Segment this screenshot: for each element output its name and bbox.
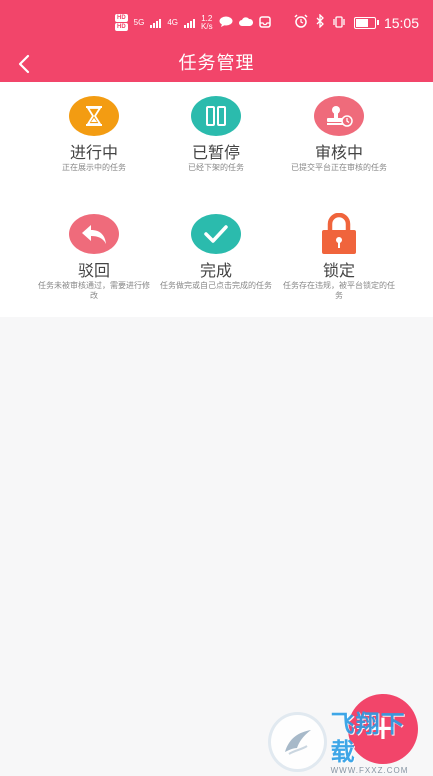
tile-description: 任务未被审核通过，需要进行修改 <box>38 281 150 300</box>
signal-bars-icon-2 <box>184 18 196 28</box>
network-speed: 1.2 K/s <box>201 14 213 31</box>
watermark-title: 飞翔下载 <box>330 709 406 766</box>
status-bar: HD HD 5G 4G 1.2 K/s 15:05 <box>0 0 433 46</box>
tile-label: 已暂停 <box>191 143 240 162</box>
tile-label: 锁定 <box>322 261 355 280</box>
tile-description: 正在展示中的任务 <box>62 163 126 172</box>
tile-label: 进行中 <box>69 143 118 162</box>
tile-under-review[interactable]: 审核中 已提交平台正在审核的任务 <box>274 96 404 173</box>
main-content: 进行中 正在展示中的任务 已暂停 已经下架的任务 审核中 已提交平台正在审核的任… <box>0 82 433 776</box>
alarm-icon <box>294 14 308 31</box>
status-right: 15:05 <box>294 13 419 31</box>
tile-label: 审核中 <box>314 143 363 162</box>
app-header: 任务管理 <box>0 46 433 82</box>
cloud-icon <box>238 16 253 29</box>
tile-paused[interactable]: 已暂停 已经下架的任务 <box>151 96 281 173</box>
tile-in-progress[interactable]: 进行中 正在展示中的任务 <box>29 96 159 173</box>
tile-label: 完成 <box>199 261 232 280</box>
watermark: 飞翔下载 WWW.FXXZ.COM <box>268 710 428 775</box>
tile-rejected[interactable]: 驳回 任务未被审核通过，需要进行修改 <box>29 214 159 301</box>
tile-description: 任务存在违规，被平台锁定的任务 <box>283 281 395 300</box>
task-category-grid: 进行中 正在展示中的任务 已暂停 已经下架的任务 审核中 已提交平台正在审核的任… <box>0 82 433 317</box>
hd-badges: HD HD <box>115 14 128 31</box>
signal-label-1: 5G <box>133 18 145 27</box>
signal-bars-icon <box>150 18 162 28</box>
hd-badge-1: HD <box>115 14 128 22</box>
lock-icon <box>314 213 364 254</box>
clock-time: 15:05 <box>383 14 419 31</box>
chat-icon <box>219 16 233 30</box>
watermark-logo-icon <box>268 712 327 772</box>
reply-arrow-icon <box>69 214 119 254</box>
battery-icon <box>353 16 379 29</box>
signal-label-2: 4G <box>167 18 179 27</box>
tile-description: 任务做完或自己点击完成的任务 <box>160 281 272 290</box>
tile-completed[interactable]: 完成 任务做完或自己点击完成的任务 <box>151 214 281 291</box>
tile-locked[interactable]: 锁定 任务存在违规，被平台锁定的任务 <box>274 213 404 301</box>
page-title: 任务管理 <box>178 53 255 74</box>
battery-level <box>355 18 368 27</box>
tile-description: 已提交平台正在审核的任务 <box>291 163 387 172</box>
tile-label: 驳回 <box>77 261 110 280</box>
watermark-url: WWW.FXXZ.COM <box>330 765 409 775</box>
speed-unit: K/s <box>201 21 213 31</box>
pause-icon <box>191 96 241 136</box>
bluetooth-icon <box>316 13 324 31</box>
status-left: HD HD 5G 4G 1.2 K/s <box>115 14 271 31</box>
vibrate-icon <box>332 15 346 31</box>
tile-description: 已经下架的任务 <box>188 163 244 172</box>
tray-icon <box>258 15 271 30</box>
hd-badge-2: HD <box>115 23 128 31</box>
stamp-icon <box>314 96 364 136</box>
hourglass-icon <box>69 96 119 136</box>
watermark-text: 飞翔下载 WWW.FXXZ.COM <box>331 710 428 775</box>
checkmark-icon <box>191 214 241 254</box>
